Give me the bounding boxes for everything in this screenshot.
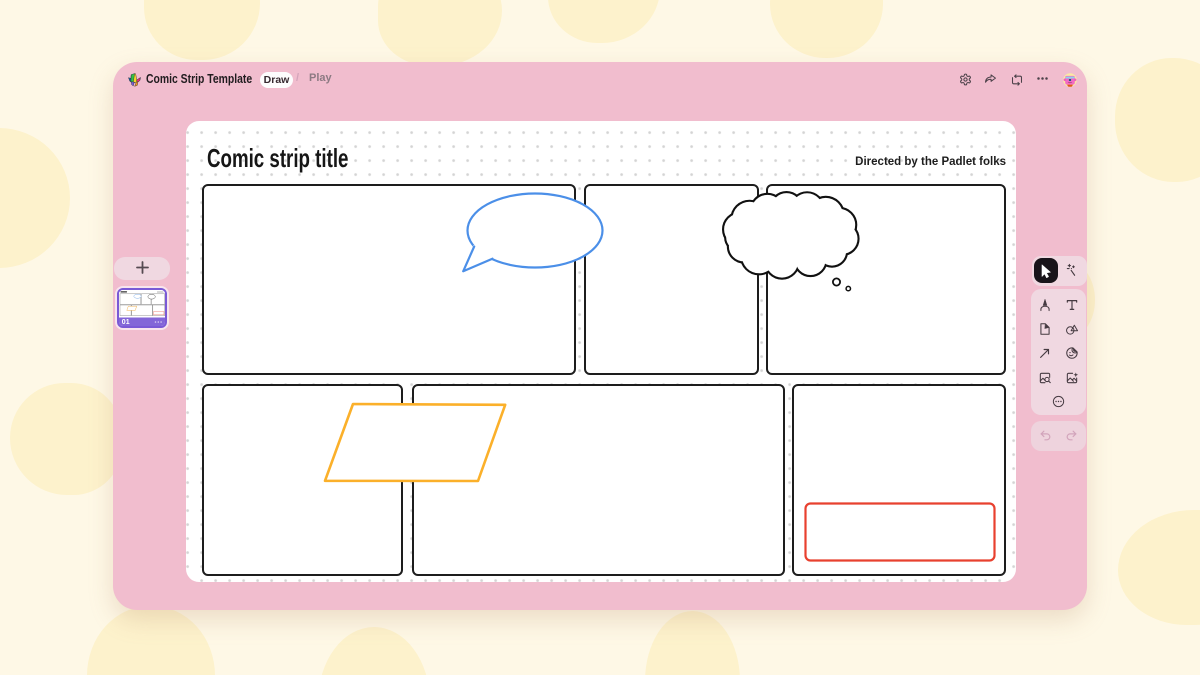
svg-text:01: 01	[122, 319, 130, 326]
